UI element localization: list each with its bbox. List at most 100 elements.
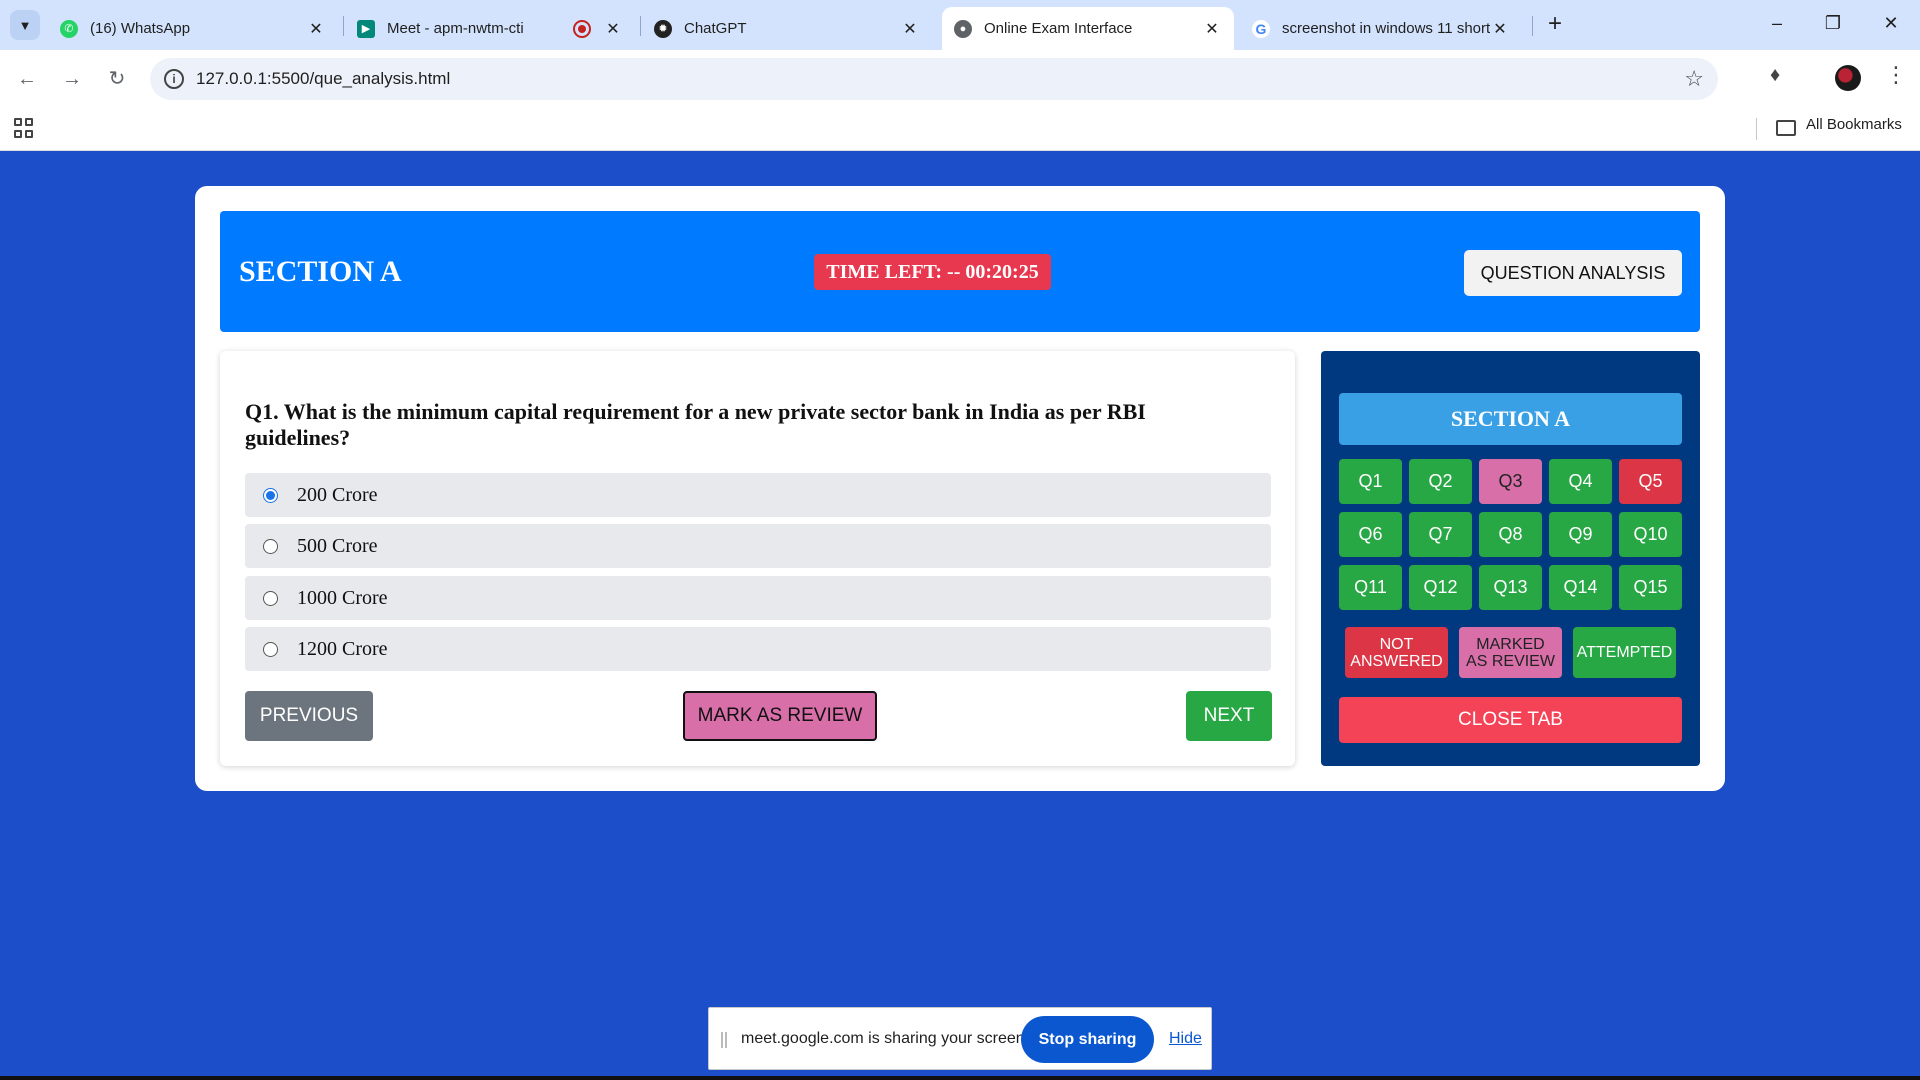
tab-title: Online Exam Interface: [984, 20, 1133, 37]
recording-icon: [573, 19, 591, 38]
radio-button[interactable]: [263, 641, 278, 657]
close-tab-button[interactable]: CLOSE TAB: [1339, 697, 1682, 743]
close-icon[interactable]: ✕: [603, 19, 623, 39]
question-nav-button[interactable]: Q15: [1619, 565, 1682, 610]
legend-not-answered-line1: NOT: [1379, 635, 1414, 653]
legend-marked-line1: MARKED: [1476, 635, 1545, 653]
close-icon[interactable]: ✕: [1490, 19, 1510, 39]
tab-title: Meet - apm-nwtm-cti: [387, 20, 524, 37]
google-meet-icon: ▶: [357, 19, 375, 38]
back-arrow-icon[interactable]: ←: [12, 64, 42, 94]
close-icon[interactable]: ✕: [1202, 19, 1222, 39]
question-nav-button[interactable]: Q11: [1339, 565, 1402, 610]
bookmarks-bar: [0, 108, 1920, 151]
question-analysis-button[interactable]: QUESTION ANALYSIS: [1464, 250, 1682, 296]
question-nav-button[interactable]: Q5: [1619, 459, 1682, 504]
screen-share-bar: meet.google.com is sharing your screen. …: [708, 1007, 1212, 1070]
exam-header: SECTION A TIME LEFT: -- 00:20:25 QUESTIO…: [220, 211, 1700, 332]
legend-marked-line2: AS REVIEW: [1466, 652, 1555, 670]
tab-divider: [1532, 16, 1533, 36]
folder-icon: [1776, 120, 1796, 136]
radio-button[interactable]: [263, 487, 278, 503]
legend-marked-review: MARKED AS REVIEW: [1459, 627, 1562, 678]
question-nav-button[interactable]: Q8: [1479, 512, 1542, 557]
apps-grid-icon[interactable]: [14, 118, 34, 138]
question-grid: Q1 Q2 Q3 Q4 Q5 Q6 Q7 Q8 Q9 Q10 Q11 Q12 Q…: [1339, 459, 1682, 610]
window-close-button[interactable]: ✕: [1866, 8, 1916, 38]
legend-attempted: ATTEMPTED: [1573, 627, 1676, 678]
extensions-icon[interactable]: ♦: [1770, 64, 1780, 87]
option-2[interactable]: 500 Crore: [245, 524, 1271, 568]
question-nav-button[interactable]: Q14: [1549, 565, 1612, 610]
globe-icon: ●: [954, 19, 972, 38]
new-tab-button[interactable]: +: [1542, 12, 1568, 38]
tab-divider: [640, 16, 641, 36]
question-nav-button[interactable]: Q9: [1549, 512, 1612, 557]
tab-chatgpt[interactable]: ✹ ChatGPT ✕: [642, 7, 932, 50]
tab-title: (16) WhatsApp: [90, 20, 191, 37]
bookmarks-divider: [1756, 118, 1757, 140]
url-text[interactable]: 127.0.0.1:5500/que_analysis.html: [196, 69, 450, 89]
option-3[interactable]: 1000 Crore: [245, 576, 1271, 620]
whatsapp-icon: ✆: [60, 19, 78, 38]
previous-button[interactable]: PREVIOUS: [245, 691, 373, 741]
tab-search-button[interactable]: ▼: [10, 10, 40, 40]
all-bookmarks-link[interactable]: All Bookmarks: [1806, 116, 1902, 133]
question-nav-button[interactable]: Q2: [1409, 459, 1472, 504]
more-menu-icon[interactable]: ⋮: [1885, 62, 1907, 88]
tab-strip: ▼ ✆ (16) WhatsApp ✕ ▶ Meet - apm-nwtm-ct…: [0, 0, 1920, 50]
question-navigator: SECTION A Q1 Q2 Q3 Q4 Q5 Q6 Q7 Q8 Q9 Q10…: [1321, 351, 1700, 766]
question-nav-button[interactable]: Q13: [1479, 565, 1542, 610]
option-label: 1200 Crore: [297, 637, 388, 660]
question-nav-button[interactable]: Q10: [1619, 512, 1682, 557]
question-nav-button[interactable]: Q6: [1339, 512, 1402, 557]
mark-review-button[interactable]: MARK AS REVIEW: [683, 691, 877, 741]
option-label: 200 Crore: [297, 483, 378, 506]
question-nav-button[interactable]: Q1: [1339, 459, 1402, 504]
forward-arrow-icon[interactable]: →: [57, 64, 87, 94]
question-nav-button[interactable]: Q7: [1409, 512, 1472, 557]
share-message: meet.google.com is sharing your screen.: [741, 1030, 1030, 1047]
radio-button[interactable]: [263, 590, 278, 606]
navigator-section-title: SECTION A: [1339, 393, 1682, 445]
option-4[interactable]: 1200 Crore: [245, 627, 1271, 671]
section-title: SECTION A: [239, 255, 402, 288]
chevron-down-icon: ▼: [18, 17, 32, 33]
question-panel: Q1. What is the minimum capital requirem…: [220, 351, 1295, 766]
option-label: 500 Crore: [297, 534, 378, 557]
tab-title: screenshot in windows 11 short: [1282, 20, 1490, 37]
hide-link[interactable]: Hide: [1169, 1030, 1202, 1048]
radio-button[interactable]: [263, 538, 278, 554]
legend-not-answered-line2: ANSWERED: [1350, 652, 1443, 670]
tab-title: ChatGPT: [684, 20, 747, 37]
tab-google-search[interactable]: G screenshot in windows 11 short ✕: [1240, 7, 1522, 50]
google-icon: G: [1252, 19, 1270, 38]
timer-badge: TIME LEFT: -- 00:20:25: [814, 254, 1051, 290]
bookmark-star-icon[interactable]: ☆: [1684, 66, 1704, 92]
site-info-icon[interactable]: i: [164, 69, 184, 89]
browser-toolbar: ← → ↻ i 127.0.0.1:5500/que_analysis.html…: [0, 50, 1920, 108]
question-nav-button[interactable]: Q4: [1549, 459, 1612, 504]
reload-icon[interactable]: ↻: [102, 64, 132, 94]
address-bar[interactable]: i 127.0.0.1:5500/que_analysis.html ☆: [150, 58, 1718, 100]
stop-sharing-button[interactable]: Stop sharing: [1021, 1016, 1154, 1063]
legend-attempted-label: ATTEMPTED: [1576, 644, 1673, 661]
option-label: 1000 Crore: [297, 586, 388, 609]
profile-avatar[interactable]: [1835, 65, 1861, 91]
option-1[interactable]: 200 Crore: [245, 473, 1271, 517]
restore-button[interactable]: ❐: [1808, 8, 1858, 38]
bottom-edge: [0, 1076, 1920, 1080]
question-nav-button[interactable]: Q3: [1479, 459, 1542, 504]
close-icon[interactable]: ✕: [900, 19, 920, 39]
tab-google-meet[interactable]: ▶ Meet - apm-nwtm-cti ✕: [345, 7, 635, 50]
tab-whatsapp[interactable]: ✆ (16) WhatsApp ✕: [48, 7, 338, 50]
drag-handle-icon[interactable]: [721, 1032, 727, 1048]
minimize-button[interactable]: –: [1752, 8, 1802, 38]
tab-divider: [343, 16, 344, 36]
legend-not-answered: NOT ANSWERED: [1345, 627, 1448, 678]
close-icon[interactable]: ✕: [306, 19, 326, 39]
chatgpt-icon: ✹: [654, 19, 672, 38]
question-nav-button[interactable]: Q12: [1409, 565, 1472, 610]
next-button[interactable]: NEXT: [1186, 691, 1272, 741]
tab-online-exam[interactable]: ● Online Exam Interface ✕: [942, 7, 1234, 50]
